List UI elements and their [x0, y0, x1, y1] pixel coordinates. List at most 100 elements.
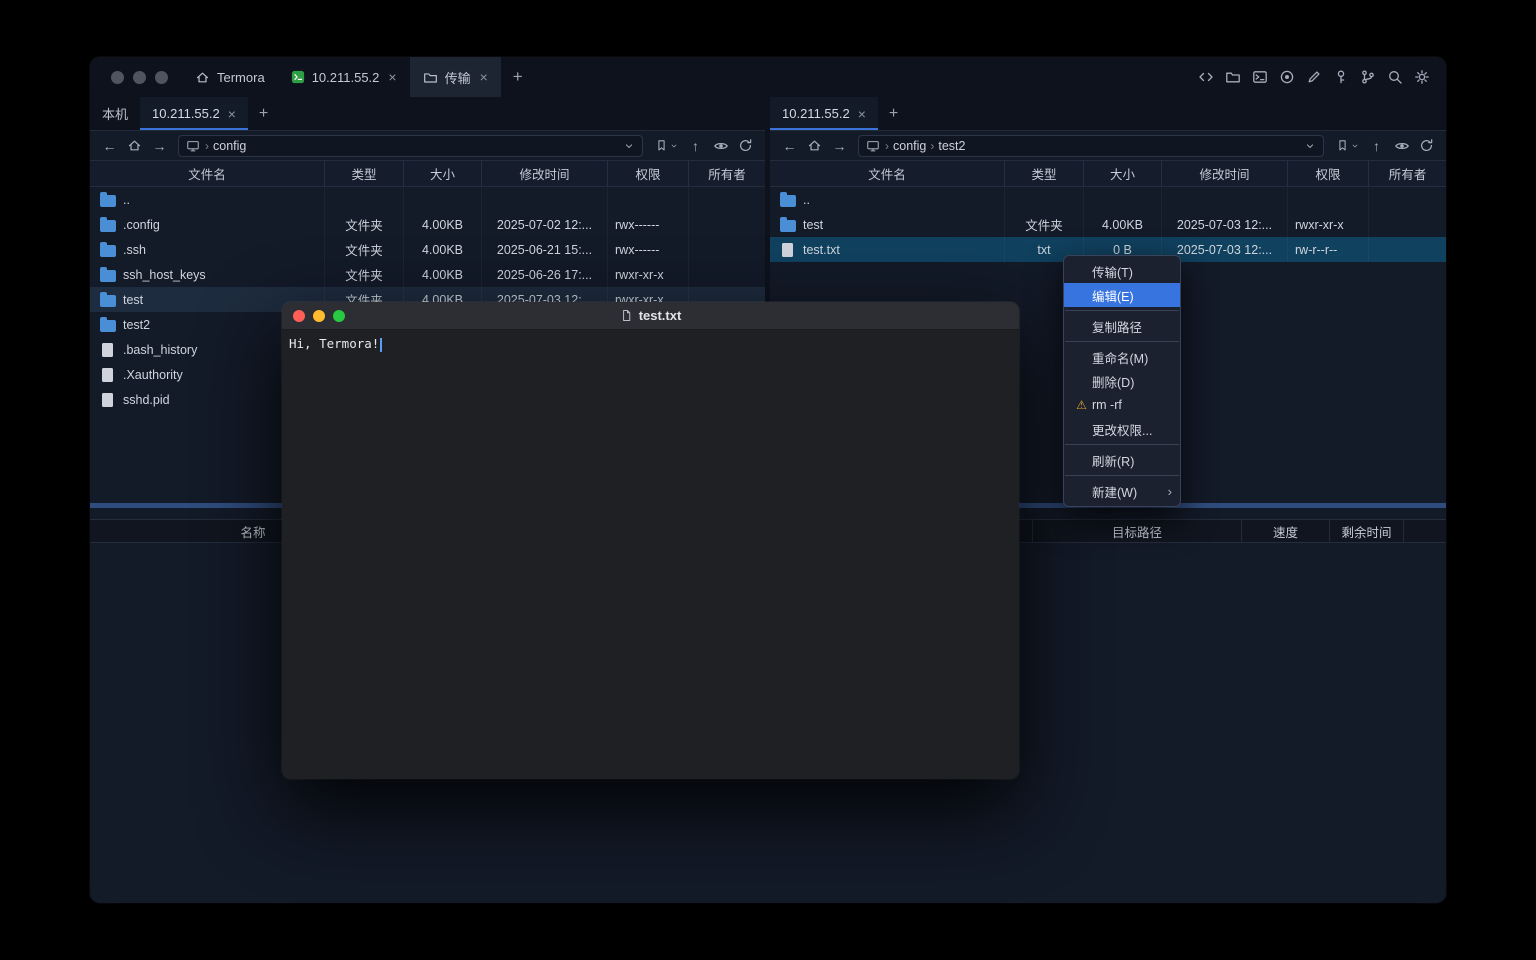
menu-item[interactable]: 复制路径	[1064, 314, 1180, 338]
bookmarks-button[interactable]	[650, 135, 682, 157]
back-button[interactable]: ←	[98, 135, 121, 157]
column-header-type[interactable]: 类型	[325, 161, 404, 186]
file-row[interactable]: .ssh 文件夹 4.00KB 2025-06-21 15:... rwx---…	[90, 237, 765, 262]
file-row[interactable]: .config 文件夹 4.00KB 2025-07-02 12:... rwx…	[90, 212, 765, 237]
ssh-terminal-icon	[291, 70, 305, 84]
chevron-down-icon[interactable]	[623, 140, 635, 152]
add-panel-tab-button[interactable]: +	[878, 97, 909, 130]
file-row[interactable]: ..	[770, 187, 1446, 212]
forward-button[interactable]: →	[148, 135, 171, 157]
breadcrumb-segment[interactable]: ›config	[885, 139, 926, 153]
column-header-mtime[interactable]: 修改时间	[482, 161, 608, 186]
home-button[interactable]	[803, 135, 826, 157]
home-button[interactable]	[123, 135, 146, 157]
edit-button[interactable]	[1303, 66, 1325, 88]
search-button[interactable]	[1384, 66, 1406, 88]
file-row[interactable]: ..	[90, 187, 765, 212]
file-type-icon	[100, 195, 116, 207]
menu-item[interactable]: 刷新(R)	[1064, 448, 1180, 472]
column-header-mtime[interactable]: 修改时间	[1162, 161, 1288, 186]
menu-item[interactable]: 传输(T)	[1064, 259, 1180, 283]
menu-item[interactable]: 重命名(M)	[1064, 345, 1180, 369]
keymap-button[interactable]	[1357, 66, 1379, 88]
menu-item[interactable]: 更改权限...	[1064, 417, 1180, 441]
refresh-button[interactable]	[734, 135, 757, 157]
show-hidden-files-button[interactable]	[1390, 135, 1413, 157]
queue-column-target-path[interactable]: 目标路径	[1033, 520, 1242, 542]
editor-titlebar[interactable]: test.txt	[282, 302, 1019, 330]
column-header-size[interactable]: 大小	[404, 161, 482, 186]
add-panel-tab-button[interactable]: +	[248, 97, 279, 130]
file-type-icon	[100, 220, 116, 232]
menu-item[interactable]: 新建(W) ›	[1064, 479, 1180, 503]
menu-item[interactable]	[1065, 310, 1179, 311]
close-icon[interactable]: ×	[858, 107, 866, 121]
path-breadcrumb[interactable]: ›config	[178, 135, 643, 157]
tab-local-machine[interactable]: 本机	[90, 97, 140, 130]
file-row[interactable]: test 文件夹 4.00KB 2025-07-03 12:... rwxr-x…	[770, 212, 1446, 237]
titlebar: Termora 10.211.55.2 × 传输 × +	[90, 57, 1446, 97]
tab-label: 传输	[445, 68, 471, 87]
close-window-button[interactable]	[293, 310, 305, 322]
macro-record-button[interactable]	[1276, 66, 1298, 88]
minimize-window-button[interactable]	[133, 71, 146, 84]
column-header-filename[interactable]: 文件名	[90, 161, 325, 186]
queue-column-speed[interactable]: 速度	[1242, 520, 1330, 542]
close-window-button[interactable]	[111, 71, 124, 84]
settings-button[interactable]	[1411, 66, 1433, 88]
computer-icon	[186, 139, 200, 153]
minimize-window-button[interactable]	[313, 310, 325, 322]
tab-termora-home[interactable]: Termora	[182, 57, 278, 97]
editor-title: test.txt	[282, 308, 1019, 323]
bookmark-icon	[655, 139, 668, 152]
file-row[interactable]: ssh_host_keys 文件夹 4.00KB 2025-06-26 17:.…	[90, 262, 765, 287]
key-manager-button[interactable]	[1330, 66, 1352, 88]
code-snippets-button[interactable]	[1195, 66, 1217, 88]
forward-button[interactable]: →	[828, 135, 851, 157]
queue-column-remaining-time[interactable]: 剩余时间	[1330, 520, 1404, 542]
tab-remote-host[interactable]: 10.211.55.2 ×	[770, 97, 878, 130]
text-cursor	[380, 338, 382, 352]
column-header-permissions[interactable]: 权限	[1288, 161, 1369, 186]
tab-transfer[interactable]: 传输 ×	[410, 57, 501, 97]
menu-item[interactable]: 编辑(E)	[1064, 283, 1180, 307]
back-button[interactable]: ←	[778, 135, 801, 157]
bookmarks-button[interactable]	[1331, 135, 1363, 157]
editor-title-text: test.txt	[639, 308, 682, 323]
menu-item[interactable]	[1065, 475, 1179, 476]
code-icon	[1198, 69, 1214, 85]
parent-directory-button[interactable]: ↑	[684, 135, 707, 157]
column-header-size[interactable]: 大小	[1084, 161, 1162, 186]
editor-content[interactable]: Hi, Termora!	[282, 330, 1019, 779]
close-icon[interactable]: ×	[388, 70, 396, 84]
tab-ssh-host[interactable]: 10.211.55.2 ×	[278, 57, 410, 97]
column-header-owner[interactable]: 所有者	[1369, 161, 1446, 186]
bookmark-icon	[1336, 139, 1349, 152]
refresh-button[interactable]	[1415, 135, 1438, 157]
new-tab-button[interactable]: +	[501, 57, 535, 97]
column-header-type[interactable]: 类型	[1005, 161, 1084, 186]
breadcrumb-segment[interactable]: ›config	[205, 139, 246, 153]
column-header-owner[interactable]: 所有者	[689, 161, 765, 186]
zoom-window-button[interactable]	[333, 310, 345, 322]
terminal-icon	[1252, 69, 1268, 85]
close-icon[interactable]: ×	[480, 70, 488, 84]
context-menu: 传输(T) 编辑(E) 复制路径 重命名(M)	[1063, 255, 1181, 507]
editor-text: Hi, Termora!	[289, 336, 379, 351]
column-header-permissions[interactable]: 权限	[608, 161, 689, 186]
zoom-window-button[interactable]	[155, 71, 168, 84]
path-breadcrumb[interactable]: ›config ›test2	[858, 135, 1324, 157]
column-header-filename[interactable]: 文件名	[770, 161, 1005, 186]
chevron-down-icon[interactable]	[1304, 140, 1316, 152]
breadcrumb-segment[interactable]: ›test2	[930, 139, 965, 153]
tab-remote-host[interactable]: 10.211.55.2 ×	[140, 97, 248, 130]
show-hidden-files-button[interactable]	[709, 135, 732, 157]
menu-item[interactable]	[1065, 444, 1179, 445]
menu-item[interactable]: 删除(D)	[1064, 369, 1180, 393]
menu-item[interactable]	[1065, 341, 1179, 342]
log-console-button[interactable]	[1249, 66, 1271, 88]
menu-item[interactable]: ⚠ rm -rf	[1064, 393, 1180, 417]
parent-directory-button[interactable]: ↑	[1365, 135, 1388, 157]
close-icon[interactable]: ×	[228, 107, 236, 121]
sftp-button[interactable]	[1222, 66, 1244, 88]
